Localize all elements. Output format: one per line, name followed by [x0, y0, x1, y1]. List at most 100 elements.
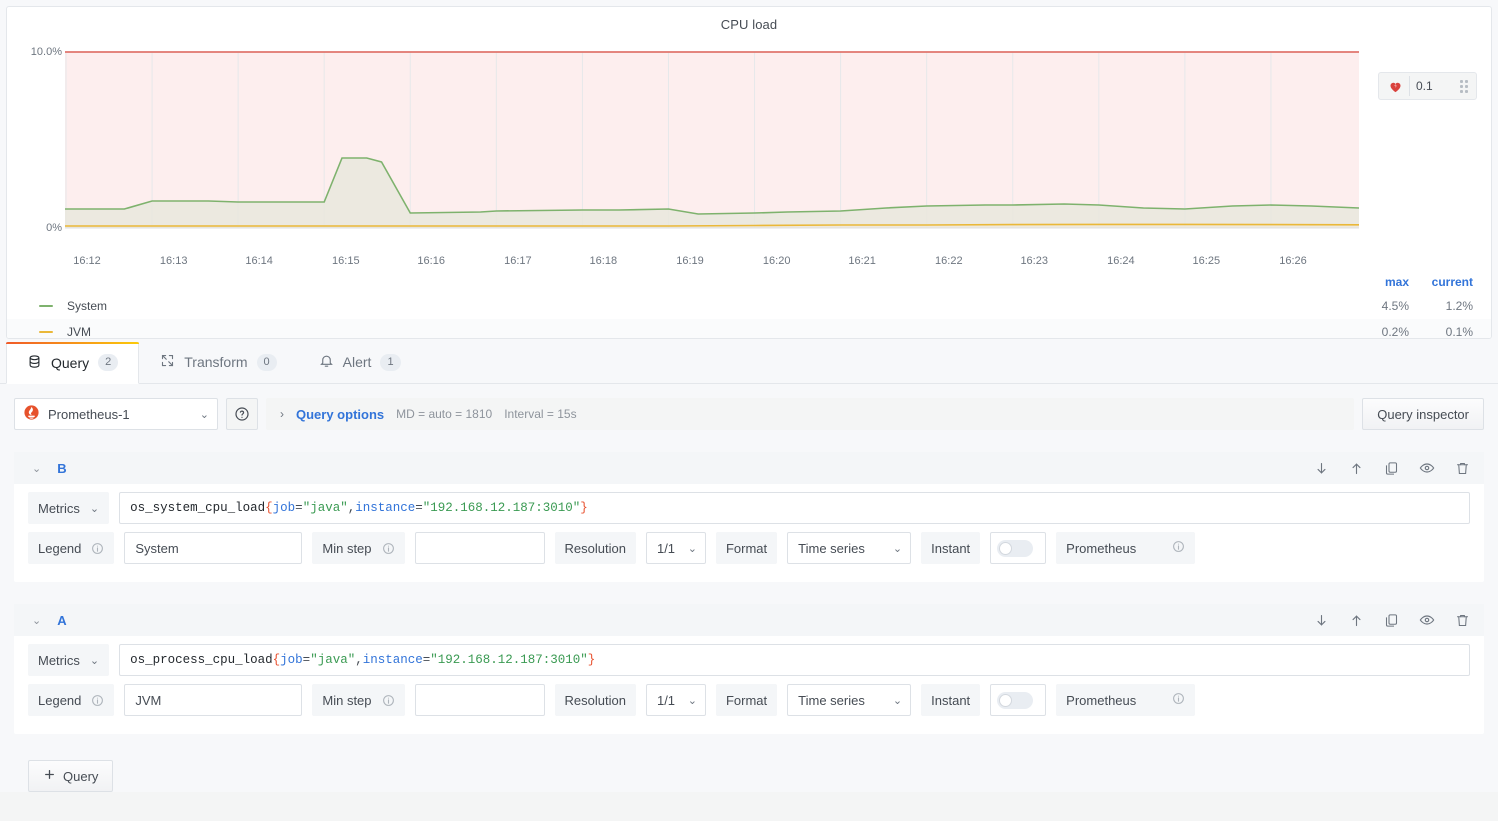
tab-label: Transform: [184, 354, 248, 370]
legend-series-name[interactable]: JVM: [67, 325, 1345, 338]
add-query-label: Query: [63, 768, 99, 784]
plot-canvas[interactable]: [65, 34, 1359, 252]
tab-alert[interactable]: Alert 1: [298, 341, 422, 383]
plus-icon: [43, 768, 56, 784]
legend-label: Legend: [38, 692, 82, 708]
move-down-icon[interactable]: [1314, 613, 1329, 628]
promql-expression-input[interactable]: os_process_cpu_load{job = "java", instance =…: [119, 644, 1470, 676]
add-query-button[interactable]: Query: [28, 760, 114, 792]
info-icon[interactable]: [1172, 540, 1185, 556]
format-select[interactable]: Time series ⌄: [787, 684, 912, 716]
move-up-icon[interactable]: [1349, 613, 1364, 628]
instant-toggle-wrapper[interactable]: [990, 684, 1047, 716]
x-tick: 16:26: [1279, 255, 1307, 267]
x-tick: 16:19: [676, 255, 704, 267]
threshold-handle[interactable]: 0.1: [1378, 72, 1477, 100]
resolution-select[interactable]: 1/1 ⌄: [645, 684, 706, 716]
panel-legend: max current System 4.5% 1.2% JVM 0.2% 0.…: [7, 275, 1491, 338]
instant-toggle[interactable]: [997, 691, 1034, 709]
legend-color-swatch[interactable]: [39, 305, 53, 307]
expr-label-value: "java": [302, 501, 348, 515]
x-tick: 16:25: [1192, 255, 1221, 267]
y-axis: 10.0% 0%: [7, 34, 63, 252]
query-inspector-button[interactable]: Query inspector: [1362, 398, 1484, 430]
expr-label-key: job: [280, 653, 303, 667]
metrics-row: Metrics ⌄ os_process_cpu_load{job = "java"…: [28, 644, 1470, 676]
metrics-browser-button[interactable]: Metrics ⌄: [28, 644, 110, 676]
info-icon[interactable]: [382, 694, 395, 707]
metrics-browser-button[interactable]: Metrics ⌄: [28, 492, 110, 524]
legend-item-system[interactable]: System 4.5% 1.2%: [7, 293, 1491, 319]
info-icon[interactable]: [382, 542, 395, 555]
query-row-header[interactable]: ⌄ B: [14, 452, 1484, 484]
chevron-down-icon[interactable]: ⌄: [32, 614, 41, 627]
expr-open-brace: {: [265, 501, 273, 515]
move-up-icon[interactable]: [1349, 461, 1364, 476]
instant-toggle-wrapper[interactable]: [990, 532, 1047, 564]
legend-col-current[interactable]: current: [1409, 275, 1473, 293]
instant-label: Instant: [931, 692, 971, 708]
expr-metric: os_process_cpu_load: [130, 653, 273, 667]
legend-format-input[interactable]: System: [124, 532, 303, 564]
duplicate-icon[interactable]: [1384, 461, 1399, 476]
format-field-label: Format: [715, 684, 778, 716]
threshold-value[interactable]: 0.1: [1416, 79, 1450, 93]
prometheus-options-label: Prometheus: [1056, 684, 1196, 716]
tab-count: 2: [98, 354, 119, 371]
query-row-actions: [1314, 612, 1470, 628]
legend-color-swatch[interactable]: [39, 331, 53, 333]
query-row-header[interactable]: ⌄ A: [14, 604, 1484, 636]
toggle-visibility-icon[interactable]: [1419, 460, 1435, 476]
chevron-down-icon: ⌄: [687, 694, 697, 707]
tab-query[interactable]: Query 2: [6, 342, 140, 384]
min-step-input[interactable]: [414, 684, 545, 716]
legend-field-label: Legend: [28, 532, 115, 564]
page-title: CPU load: [720, 17, 778, 32]
info-icon[interactable]: [1172, 692, 1185, 708]
move-down-icon[interactable]: [1314, 461, 1329, 476]
resolution-value: 1/1: [656, 540, 676, 556]
options-row: Legend JVM Min step Resolution 1/1 ⌄ For…: [28, 684, 1470, 716]
expr-label-key: job: [272, 501, 296, 515]
datasource-picker[interactable]: Prometheus-1 ⌄: [14, 398, 218, 430]
remove-icon[interactable]: [1455, 461, 1470, 476]
legend-col-max[interactable]: max: [1345, 275, 1409, 293]
legend-input-value: JVM: [135, 692, 162, 708]
graph-area[interactable]: 0.1 10.0% 0% 16:12 16:13 16:14 16:15 16:…: [7, 34, 1491, 267]
x-tick: 16:18: [589, 255, 618, 267]
info-icon[interactable]: [91, 542, 104, 555]
legend-series-name[interactable]: System: [67, 299, 1345, 313]
tab-count: 1: [380, 353, 401, 371]
instant-toggle[interactable]: [997, 539, 1034, 557]
panel-preview: CPU load 0.1 10.0% 0% 16:12 16:13 16:14 …: [0, 0, 1498, 340]
query-options-toggle[interactable]: › Query options MD = auto = 1810 Interva…: [266, 398, 1355, 430]
chevron-down-icon[interactable]: ⌄: [32, 462, 41, 475]
x-tick: 16:14: [245, 255, 273, 267]
expr-label-key: instance: [355, 501, 416, 515]
toggle-visibility-icon[interactable]: [1419, 612, 1435, 628]
format-select[interactable]: Time series ⌄: [787, 532, 912, 564]
info-icon[interactable]: [91, 694, 104, 707]
resolution-select[interactable]: 1/1 ⌄: [645, 532, 706, 564]
query-ref-id[interactable]: B: [57, 461, 1314, 476]
graph-panel: CPU load 0.1 10.0% 0% 16:12 16:13 16:14 …: [6, 6, 1492, 339]
help-circle-icon[interactable]: [226, 398, 258, 430]
format-value: Time series: [798, 692, 865, 708]
remove-icon[interactable]: [1455, 613, 1470, 628]
expr-label-value: "java": [310, 653, 356, 667]
expr-separator: ,: [347, 501, 356, 515]
series-plot: [65, 51, 1359, 229]
format-value: Time series: [798, 540, 865, 556]
drag-handle-icon[interactable]: [1460, 79, 1468, 93]
x-tick: 16:16: [417, 255, 445, 267]
expr-op: =: [302, 653, 311, 667]
query-row-a: ⌄ A Metrics ⌄ os_process_cpu_load {job …: [14, 604, 1484, 734]
legend-format-input[interactable]: JVM: [124, 684, 303, 716]
min-step-input[interactable]: [414, 532, 545, 564]
promql-expression-input[interactable]: os_system_cpu_load{job = "java", instance = "…: [119, 492, 1470, 524]
tab-transform[interactable]: Transform 0: [139, 341, 297, 383]
query-ref-id[interactable]: A: [57, 613, 1314, 628]
duplicate-icon[interactable]: [1384, 613, 1399, 628]
x-tick: 16:24: [1107, 255, 1135, 267]
legend-item-jvm[interactable]: JVM 0.2% 0.1%: [7, 319, 1491, 338]
